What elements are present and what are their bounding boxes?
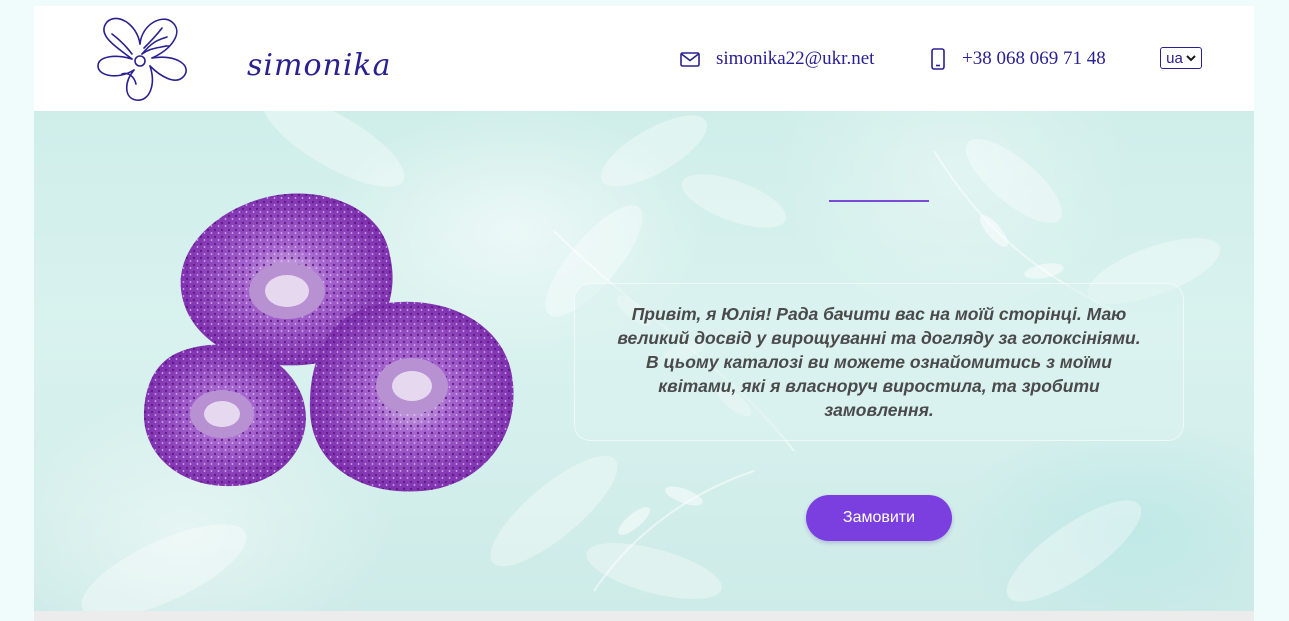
phone-link[interactable]: +38 068 069 71 48 xyxy=(962,48,1106,70)
email-link[interactable]: simonika22@ukr.net xyxy=(716,48,874,70)
section-divider xyxy=(34,611,1254,621)
phone-contact[interactable]: +38 068 069 71 48 xyxy=(930,46,1106,72)
chevron-down-icon xyxy=(1186,55,1196,62)
brand-name: simonika xyxy=(247,48,392,83)
envelope-icon xyxy=(680,51,700,67)
language-select[interactable]: ua xyxy=(1160,47,1202,69)
language-value: ua xyxy=(1166,49,1183,67)
intro-text: Привіт, я Юлія! Рада бачити вас на моїй … xyxy=(617,304,1141,420)
flower-logo-icon xyxy=(97,17,187,101)
mobile-phone-icon xyxy=(931,48,945,70)
intro-card: Привіт, я Юлія! Рада бачити вас на моїй … xyxy=(574,283,1184,441)
order-button[interactable]: Замовити xyxy=(806,495,952,541)
gloxinia-flowers-image xyxy=(143,193,514,492)
brand-logo[interactable]: simonika xyxy=(92,14,390,104)
flower-right xyxy=(309,301,514,492)
email-contact[interactable]: simonika22@ukr.net xyxy=(680,46,874,72)
site-header: simonika simonika22@ukr.net +38 068 069 … xyxy=(34,6,1254,111)
flower-left xyxy=(143,344,306,487)
hero-section: Привіт, я Юлія! Рада бачити вас на моїй … xyxy=(34,111,1254,611)
page: simonika simonika22@ukr.net +38 068 069 … xyxy=(34,6,1254,621)
accent-divider xyxy=(829,200,929,202)
